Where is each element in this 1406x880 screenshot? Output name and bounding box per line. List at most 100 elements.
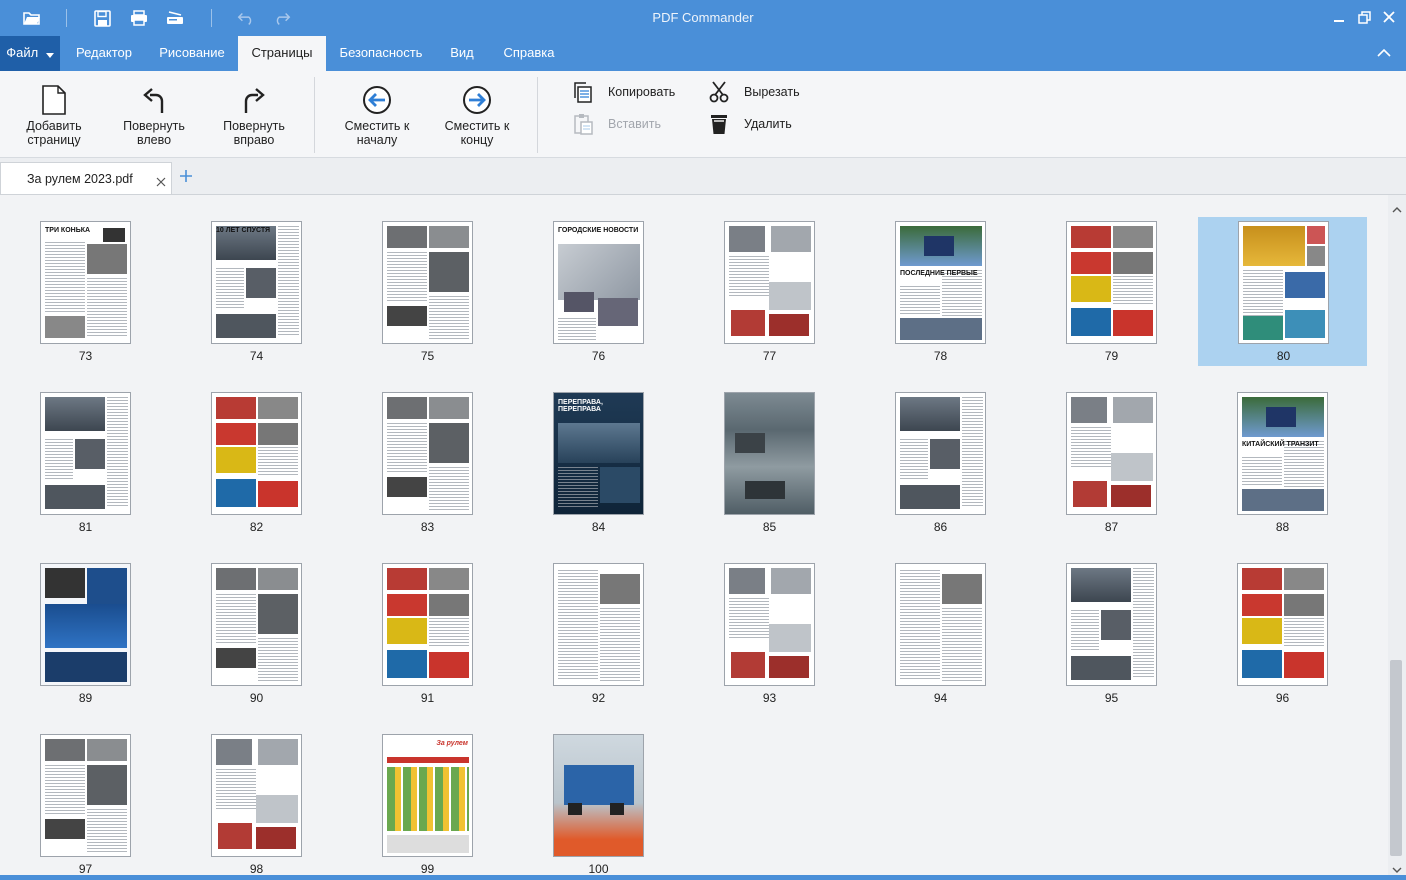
page-thumbnail[interactable]: 98 <box>171 708 342 875</box>
thumbnail-image <box>731 652 765 678</box>
page-thumbnail[interactable]: 81 <box>0 366 171 537</box>
page-number: 74 <box>249 349 264 363</box>
print-icon[interactable] <box>129 8 149 28</box>
copy-button[interactable]: Копировать <box>570 80 675 104</box>
page-number: 75 <box>420 349 435 363</box>
page-thumbnail[interactable]: ТРИ КОНЬКА 73 <box>0 195 171 366</box>
thumbnail-image <box>1071 252 1111 274</box>
move-to-end-button[interactable]: Сместить к концу <box>437 81 517 147</box>
trash-icon <box>706 112 732 136</box>
scroll-down-icon[interactable] <box>1392 861 1402 873</box>
page-thumbnail[interactable]: За рулем 99 <box>342 708 513 875</box>
restore-icon[interactable] <box>1355 8 1373 26</box>
delete-button[interactable]: Удалить <box>706 112 792 136</box>
page-thumbnail[interactable]: 100 <box>513 708 684 875</box>
close-tab-icon[interactable] <box>156 174 166 187</box>
page-thumbnail[interactable]: 85 <box>684 366 855 537</box>
vertical-scrollbar[interactable] <box>1388 195 1406 875</box>
tab-help[interactable]: Справка <box>496 36 562 71</box>
page-thumbnail[interactable]: 87 <box>1026 366 1197 537</box>
page-thumbnail[interactable]: 90 <box>171 537 342 708</box>
add-page-button[interactable]: Добавить страницу <box>18 81 90 147</box>
close-icon[interactable] <box>1380 8 1398 26</box>
undo-icon[interactable] <box>236 8 256 28</box>
thumbnail-image <box>87 765 127 805</box>
add-tab-icon[interactable] <box>178 168 194 184</box>
move-to-start-button[interactable]: Сместить к началу <box>337 81 417 147</box>
page-thumbnail[interactable]: ГОРОДСКИЕ НОВОСТИ 76 <box>513 195 684 366</box>
thumbnail-image <box>387 757 469 763</box>
move-end-label-2: концу <box>460 133 494 147</box>
page-thumbnail[interactable]: 82 <box>171 366 342 537</box>
thumbnail-image <box>600 467 640 503</box>
page-preview <box>1066 563 1157 686</box>
tab-pages[interactable]: Страницы <box>238 36 326 71</box>
page-number: 80 <box>1276 349 1291 363</box>
cut-button[interactable]: Вырезать <box>706 80 800 104</box>
paste-button[interactable]: Вставить <box>570 112 661 136</box>
thumbnail-image <box>1071 276 1111 302</box>
thumbnail-image <box>429 226 469 248</box>
page-thumbnail[interactable]: 77 <box>684 195 855 366</box>
thumbnail-image <box>87 739 127 761</box>
tab-view[interactable]: Вид <box>442 36 482 71</box>
page-thumbnail[interactable]: КИТАЙСКИЙ ТРАНЗИТ 88 <box>1197 366 1368 537</box>
page-thumbnail[interactable]: 92 <box>513 537 684 708</box>
page-preview <box>553 734 644 857</box>
thumbnail-image <box>1242 568 1282 590</box>
add-page-label-1: Добавить <box>26 119 82 133</box>
delete-label: Удалить <box>744 117 792 131</box>
page-thumbnail[interactable]: 89 <box>0 537 171 708</box>
page-thumbnail[interactable]: 94 <box>855 537 1026 708</box>
page-thumbnail[interactable]: 91 <box>342 537 513 708</box>
page-thumbnail[interactable]: 97 <box>0 708 171 875</box>
page-thumbnail[interactable]: ПЕРЕПРАВА, ПЕРЕПРАВА 84 <box>513 366 684 537</box>
thumbnail-image <box>1113 397 1153 423</box>
file-menu-button[interactable]: Файл <box>0 36 60 71</box>
tab-drawing[interactable]: Рисование <box>148 36 236 71</box>
thumbnail-text-block <box>558 318 596 340</box>
tab-editor[interactable]: Редактор <box>64 36 144 71</box>
rotate-right-label-1: Повернуть <box>223 119 285 133</box>
page-thumbnail[interactable]: ПОСЛЕДНИЕ ПЕРВЫЕ 78 <box>855 195 1026 366</box>
cut-label: Вырезать <box>744 85 800 99</box>
scan-icon[interactable] <box>165 8 185 28</box>
open-folder-icon[interactable] <box>22 8 42 28</box>
collapse-ribbon-icon[interactable] <box>1374 44 1394 62</box>
thumbnail-text-block <box>216 594 256 644</box>
page-thumbnail[interactable]: 10 ЛЕТ СПУСТЯ 74 <box>171 195 342 366</box>
page-number: 78 <box>933 349 948 363</box>
thumbnail-image <box>1242 594 1282 616</box>
redo-icon[interactable] <box>272 8 292 28</box>
save-icon[interactable] <box>92 8 112 28</box>
page-thumbnail[interactable]: 80 <box>1198 217 1367 366</box>
document-tab[interactable]: За рулем 2023.pdf <box>0 162 172 194</box>
thumbnail-image <box>1284 568 1324 590</box>
thumbnail-text-block <box>45 439 73 479</box>
tab-security[interactable]: Безопасность <box>330 36 432 71</box>
thumbnail-text-block <box>729 598 769 638</box>
thumbnail-image <box>558 423 640 463</box>
rotate-left-button[interactable]: Повернуть влево <box>116 81 192 147</box>
page-preview: КИТАЙСКИЙ ТРАНЗИТ <box>1237 392 1328 515</box>
scroll-up-icon[interactable] <box>1392 201 1402 213</box>
thumbnail-image <box>1284 652 1324 678</box>
page-thumbnail[interactable]: 86 <box>855 366 1026 537</box>
minimize-icon[interactable] <box>1330 8 1348 26</box>
page-thumbnail[interactable]: 95 <box>1026 537 1197 708</box>
thumbnail-image <box>1242 618 1282 644</box>
title-bar: PDF Commander <box>0 0 1406 36</box>
thumbnail-image <box>564 765 634 805</box>
page-thumbnail[interactable]: 75 <box>342 195 513 366</box>
page-thumbnail[interactable]: 79 <box>1026 195 1197 366</box>
page-number: 90 <box>249 691 264 705</box>
page-number: 96 <box>1275 691 1290 705</box>
thumbnail-image <box>87 568 127 608</box>
rotate-right-button[interactable]: Повернуть вправо <box>216 81 292 147</box>
page-thumbnail[interactable]: 83 <box>342 366 513 537</box>
page-preview <box>211 392 302 515</box>
thumbnail-image <box>735 433 765 453</box>
page-thumbnail[interactable]: 93 <box>684 537 855 708</box>
page-thumbnail[interactable]: 96 <box>1197 537 1368 708</box>
scrollbar-thumb[interactable] <box>1390 660 1402 856</box>
